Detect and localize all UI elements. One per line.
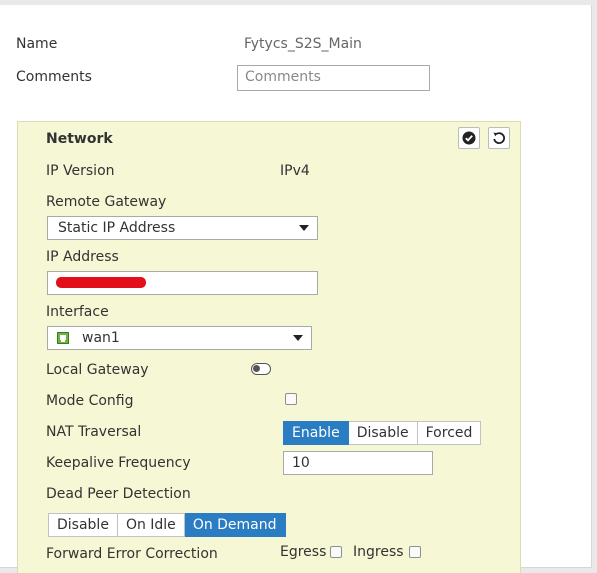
ip-address-label: IP Address	[46, 249, 119, 265]
dpd-options: Disable On Idle On Demand	[48, 513, 286, 537]
nat-traversal-options: Enable Disable Forced	[283, 421, 482, 445]
ip-version-label: IP Version	[46, 163, 115, 179]
ip-version-value: IPv4	[280, 163, 310, 179]
fec-egress-checkbox[interactable]	[330, 546, 342, 558]
interface-label: Interface	[46, 304, 109, 320]
network-port-icon	[57, 332, 69, 344]
remote-gateway-select[interactable]: Static IP Address	[47, 216, 318, 240]
keepalive-input[interactable]: 10	[283, 451, 433, 475]
name-label: Name	[16, 36, 58, 52]
comments-label: Comments	[16, 69, 92, 85]
redaction-mark	[56, 277, 146, 288]
ip-address-input[interactable]	[47, 271, 318, 295]
fec-ingress-label: Ingress	[353, 544, 404, 560]
dpd-label: Dead Peer Detection	[46, 486, 191, 502]
keepalive-label: Keepalive Frequency	[46, 455, 191, 471]
nat-traversal-forced[interactable]: Forced	[417, 421, 482, 445]
fec-label: Forward Error Correction	[46, 546, 218, 562]
nat-traversal-label: NAT Traversal	[46, 424, 142, 440]
interface-select[interactable]: wan1	[47, 326, 312, 350]
network-title: Network	[46, 131, 113, 147]
dpd-disable[interactable]: Disable	[48, 513, 118, 537]
local-gateway-toggle[interactable]	[251, 363, 271, 375]
name-value: Fytycs_S2S_Main	[244, 36, 362, 52]
check-circle-icon	[462, 131, 476, 145]
mode-config-checkbox[interactable]	[285, 393, 297, 405]
network-panel: Network IP Version IPv4 Remote Gateway S…	[17, 121, 521, 573]
dpd-on-demand[interactable]: On Demand	[184, 513, 286, 537]
fec-ingress-checkbox[interactable]	[409, 546, 421, 558]
fec-egress-label: Egress	[280, 544, 327, 560]
apply-button[interactable]	[458, 127, 480, 149]
nat-traversal-disable[interactable]: Disable	[348, 421, 418, 445]
toggle-knob	[253, 365, 260, 372]
keepalive-value: 10	[292, 455, 310, 471]
nat-traversal-enable[interactable]: Enable	[283, 421, 349, 445]
local-gateway-label: Local Gateway	[46, 362, 149, 378]
undo-icon	[493, 132, 506, 144]
mode-config-label: Mode Config	[46, 393, 134, 409]
comments-field[interactable]	[237, 65, 430, 91]
dpd-on-idle[interactable]: On Idle	[117, 513, 185, 537]
remote-gateway-label: Remote Gateway	[46, 194, 167, 210]
chevron-down-icon	[293, 335, 303, 341]
chevron-down-icon	[299, 225, 309, 231]
ipsec-tunnel-edit-page: Name Fytycs_S2S_Main Comments Network IP…	[0, 5, 592, 573]
revert-button[interactable]	[488, 127, 510, 149]
remote-gateway-value: Static IP Address	[58, 220, 176, 236]
interface-value: wan1	[82, 330, 120, 346]
